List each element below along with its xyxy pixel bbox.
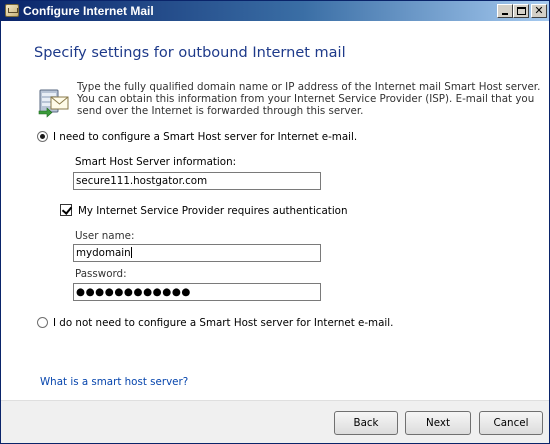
close-icon: ✕: [534, 4, 544, 17]
title-bar[interactable]: Configure Internet Mail ✕: [1, 1, 549, 21]
window-title: Configure Internet Mail: [23, 4, 154, 18]
password-label: Password:: [75, 268, 127, 280]
smart-host-label: Smart Host Server information:: [75, 156, 237, 168]
no-smart-host-label[interactable]: I do not need to configure a Smart Host …: [53, 317, 393, 329]
mail-app-icon: [5, 4, 19, 17]
page-heading: Specify settings for outbound Internet m…: [34, 45, 346, 61]
minimize-button[interactable]: [497, 4, 513, 18]
maximize-button[interactable]: [513, 4, 529, 18]
smart-host-help-link[interactable]: What is a smart host server?: [40, 376, 188, 388]
configure-internet-mail-window: Configure Internet Mail ✕ Specify settin…: [0, 0, 550, 444]
no-smart-host-radio[interactable]: [37, 317, 48, 328]
smart-host-input[interactable]: secure111.hostgator.com: [73, 172, 321, 190]
mail-server-icon: [38, 89, 69, 118]
requires-authentication-label[interactable]: My Internet Service Provider requires au…: [78, 205, 348, 217]
description-text: Type the fully qualified domain name or …: [77, 81, 541, 117]
password-input[interactable]: ●●●●●●●●●●●●: [73, 283, 321, 301]
next-button[interactable]: Next: [405, 411, 471, 435]
close-button[interactable]: ✕: [531, 4, 547, 18]
text-caret: [130, 247, 132, 258]
minimize-icon: [502, 13, 508, 15]
maximize-icon: [517, 7, 526, 15]
configure-smart-host-radio[interactable]: [37, 131, 48, 142]
configure-smart-host-label[interactable]: I need to configure a Smart Host server …: [53, 131, 357, 143]
requires-authentication-checkbox[interactable]: [60, 204, 72, 216]
button-bar: Back Next Cancel: [1, 400, 549, 443]
back-button[interactable]: Back: [334, 411, 398, 435]
username-label: User name:: [75, 230, 135, 242]
username-value: mydomain: [76, 247, 131, 259]
cancel-button[interactable]: Cancel: [479, 411, 543, 435]
username-input[interactable]: mydomain: [73, 244, 321, 262]
